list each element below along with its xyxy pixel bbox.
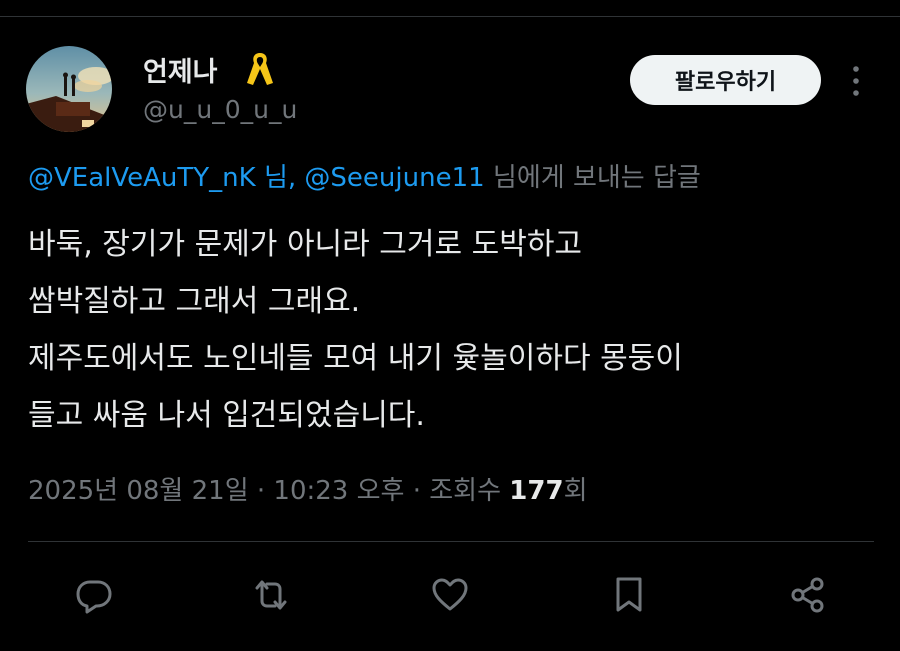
action-divider	[28, 541, 874, 542]
mention-link-2[interactable]: @Seeujune11	[304, 163, 484, 193]
retweet-icon	[255, 580, 287, 610]
handle[interactable]: @u_u_0_u_u	[143, 95, 297, 124]
view-suffix: 회	[563, 476, 588, 506]
follow-button[interactable]: 팔로우하기	[630, 55, 821, 105]
share-button[interactable]	[786, 573, 830, 617]
sunset-rooftop-avatar-icon	[26, 46, 112, 132]
tweet-line: 들고 싸움 나서 입건되었습니다.	[28, 398, 425, 433]
display-name[interactable]: 언제나	[143, 50, 218, 89]
like-button[interactable]	[428, 573, 472, 617]
tweet-meta: 2025년 08월 21일 · 10:23 오후 · 조회수 177회	[28, 470, 587, 507]
bookmark-button[interactable]	[607, 573, 651, 617]
reply-context-suffix: 님에게 보내는 답글	[484, 163, 701, 193]
mention-separator: 님,	[255, 163, 305, 193]
avatar[interactable]	[26, 46, 112, 132]
more-options-icon[interactable]	[846, 64, 866, 98]
like-icon	[432, 578, 468, 611]
yellow-ribbon-icon	[245, 49, 275, 87]
tweet-line: 바둑, 장기가 문제가 아니라 그거로 도박하고	[28, 227, 583, 262]
tweet-line: 쌈박질하고 그래서 그래요.	[28, 284, 361, 319]
view-count: 177	[509, 476, 564, 506]
mention-link-1[interactable]: @VEalVeAuTY_nK	[28, 163, 256, 193]
tweet-text: 바둑, 장기가 문제가 아니라 그거로 도박하고 쌈박질하고 그래서 그래요. …	[28, 216, 888, 444]
top-divider	[0, 16, 900, 17]
timestamp[interactable]: 2025년 08월 21일 · 10:23 오후 · 조회수	[28, 476, 509, 506]
reply-context: @VEalVeAuTY_nK 님, @Seeujune11 님에게 보내는 답글	[28, 157, 701, 194]
reply-button[interactable]	[72, 573, 116, 617]
bookmark-icon	[616, 577, 642, 612]
share-icon	[791, 577, 824, 613]
retweet-button[interactable]	[249, 573, 293, 617]
reply-icon	[76, 580, 112, 614]
tweet-line: 제주도에서도 노인네들 모여 내기 윷놀이하다 몽둥이	[28, 341, 683, 376]
